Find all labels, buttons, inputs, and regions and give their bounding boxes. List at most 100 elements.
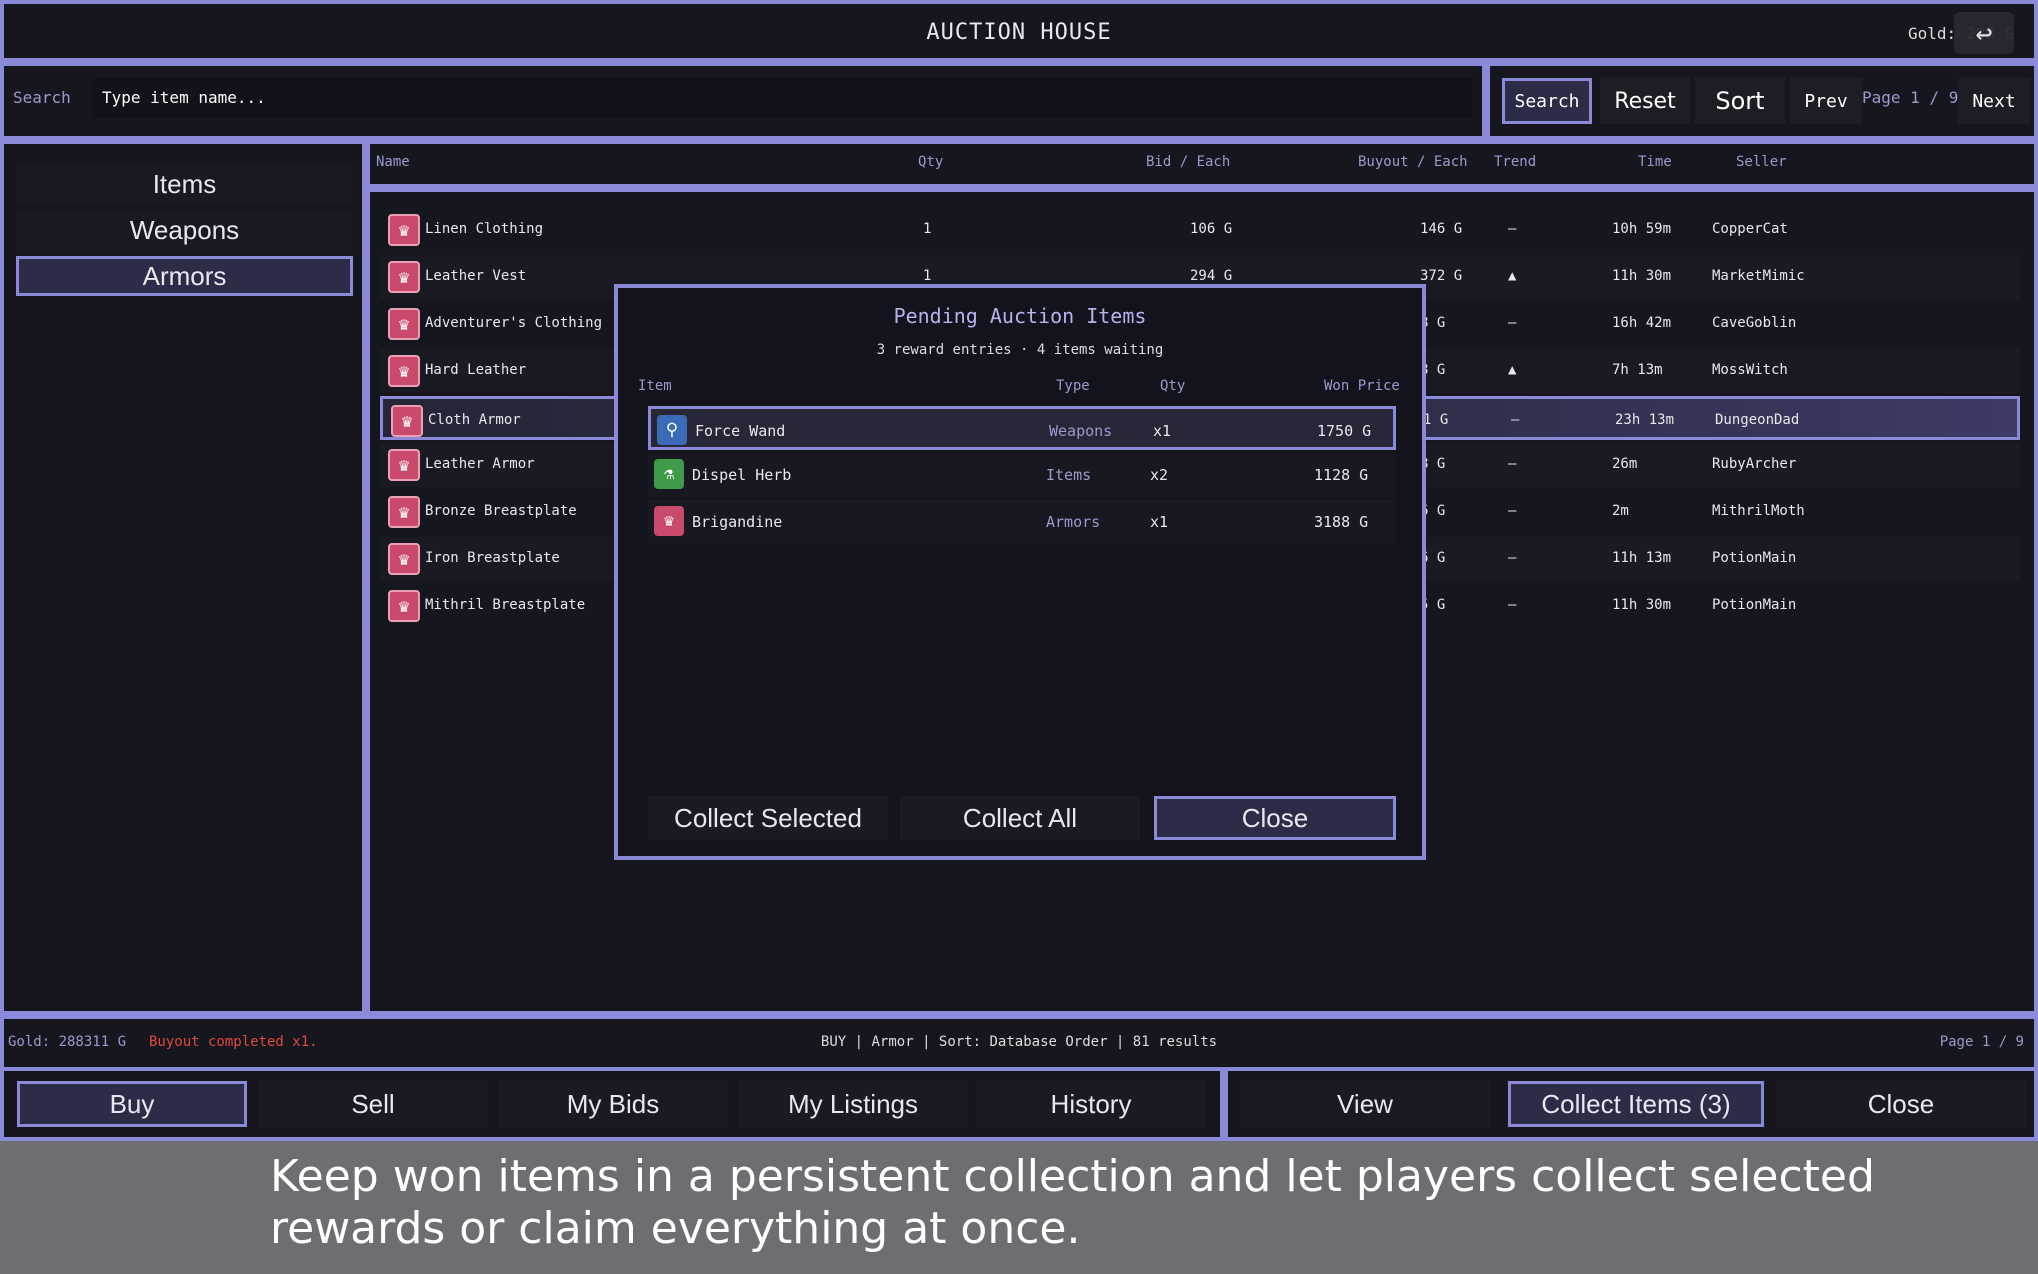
item-trend: –	[1508, 550, 1517, 566]
armor-icon: ♛	[391, 405, 423, 437]
close-button[interactable]: Close	[1776, 1081, 2026, 1127]
col-qty[interactable]: Qty	[918, 154, 943, 170]
pending-item-price: 1128 G	[1314, 466, 1369, 484]
item-time: 23h 13m	[1615, 412, 1675, 428]
potion-icon: ⚗	[654, 459, 684, 489]
pending-item-name: Dispel Herb	[692, 466, 792, 484]
item-time: 11h 13m	[1612, 550, 1672, 566]
page-indicator: Page 1 / 9	[1862, 88, 1959, 107]
item-name: Hard Leather	[425, 362, 527, 378]
mode-tabs: Buy Sell My Bids My Listings History	[0, 1067, 1224, 1141]
col-trend[interactable]: Trend	[1494, 154, 1536, 170]
col-seller[interactable]: Seller	[1736, 154, 1787, 170]
gold-label: Gold:	[1908, 24, 1957, 43]
item-trend: –	[1508, 221, 1517, 237]
item-trend: –	[1508, 315, 1517, 331]
armor-icon: ♛	[388, 261, 420, 293]
col-time[interactable]: Time	[1638, 154, 1672, 170]
search-input[interactable]: Type item name...	[92, 78, 1472, 118]
sort-button[interactable]: Sort	[1695, 78, 1785, 124]
collect-items-button[interactable]: Collect Items (3)	[1508, 1081, 1764, 1127]
collect-selected-button[interactable]: Collect Selected	[648, 796, 888, 840]
item-name: Leather Vest	[425, 268, 527, 284]
category-armors[interactable]: Armors	[16, 256, 353, 296]
item-trend: –	[1511, 412, 1520, 428]
item-seller: DungeonDad	[1715, 412, 1800, 428]
item-seller: MarketMimic	[1712, 268, 1805, 284]
reset-button[interactable]: Reset	[1600, 78, 1690, 124]
armor-icon: ♛	[388, 355, 420, 387]
back-arrow-icon[interactable]: ↩	[1954, 12, 2014, 54]
dialog-col-price: Won Price	[1324, 378, 1400, 394]
search-button[interactable]: Search	[1502, 78, 1592, 124]
wand-icon: ⚲	[657, 415, 687, 445]
item-name: Iron Breastplate	[425, 550, 560, 566]
item-time: 11h 30m	[1612, 268, 1672, 284]
item-seller: PotionMain	[1712, 550, 1797, 566]
category-weapons[interactable]: Weapons	[16, 210, 353, 250]
search-bar: Search Type item name...	[0, 62, 1486, 140]
item-time: 2m	[1612, 503, 1629, 519]
item-qty: 1	[923, 268, 932, 284]
pending-item-qty: x1	[1150, 513, 1169, 531]
pending-item-row[interactable]: ⚲ Force Wand Weapons x1 1750 G	[648, 406, 1396, 450]
dialog-subtitle: 3 reward entries · 4 items waiting	[876, 342, 1164, 358]
item-seller: MithrilMoth	[1712, 503, 1805, 519]
item-qty: 1	[923, 221, 932, 237]
item-time: 26m	[1612, 456, 1638, 472]
item-name: Cloth Armor	[428, 412, 521, 428]
item-seller: CaveGoblin	[1712, 315, 1797, 331]
item-time: 16h 42m	[1612, 315, 1672, 331]
tab-history[interactable]: History	[976, 1081, 1206, 1127]
pending-item-qty: x2	[1150, 466, 1169, 484]
item-buyout: 146 G	[1420, 221, 1463, 237]
pending-item-row[interactable]: ⚗ Dispel Herb Items x2 1128 G	[648, 453, 1396, 497]
item-name: Leather Armor	[425, 456, 535, 472]
armor-icon: ♛	[388, 543, 420, 575]
title-bar: AUCTION HOUSE Gold: 288 G ↩	[0, 0, 2038, 62]
item-seller: RubyArcher	[1712, 456, 1797, 472]
col-buyout[interactable]: Buyout / Each	[1358, 154, 1468, 170]
tab-sell[interactable]: Sell	[258, 1081, 488, 1127]
item-name: Linen Clothing	[425, 221, 544, 237]
item-time: 11h 30m	[1612, 597, 1672, 613]
pending-item-type: Weapons	[1049, 422, 1113, 440]
pending-item-type: Armors	[1046, 513, 1101, 531]
col-bid[interactable]: Bid / Each	[1146, 154, 1230, 170]
table-row[interactable]: ♛ Linen Clothing 1 106 G 146 G – 10h 59m Copper…	[380, 208, 2020, 252]
col-name[interactable]: Name	[376, 154, 410, 170]
dialog-title: Pending Auction Items	[893, 304, 1147, 328]
armor-icon: ♛	[654, 506, 684, 536]
tab-buy[interactable]: Buy	[17, 1081, 247, 1127]
pending-item-type: Items	[1046, 466, 1092, 484]
tab-my-listings[interactable]: My Listings	[738, 1081, 968, 1127]
item-name: Mithril Breastplate	[425, 597, 586, 613]
item-seller: MossWitch	[1712, 362, 1788, 378]
item-time: 10h 59m	[1612, 221, 1672, 237]
status-summary: BUY | Armor | Sort: Database Order | 81 …	[820, 1034, 1218, 1050]
view-button[interactable]: View	[1240, 1081, 1490, 1127]
item-time: 7h 13m	[1612, 362, 1663, 378]
pending-item-row[interactable]: ♛ Brigandine Armors x1 3188 G	[648, 500, 1396, 544]
item-trend: ▲	[1508, 268, 1517, 284]
collect-all-button[interactable]: Collect All	[900, 796, 1140, 840]
category-items[interactable]: Items	[16, 164, 353, 204]
status-page: Page 1 / 9	[1939, 1034, 2024, 1050]
item-buyout: 1 G	[1423, 412, 1449, 428]
item-name: Bronze Breastplate	[425, 503, 577, 519]
item-seller: CopperCat	[1712, 221, 1788, 237]
window-title: AUCTION HOUSE	[926, 20, 1112, 45]
tab-my-bids[interactable]: My Bids	[498, 1081, 728, 1127]
prev-page-button[interactable]: Prev	[1790, 78, 1862, 124]
item-bid: 106 G	[1190, 221, 1233, 237]
next-page-button[interactable]: Next	[1958, 78, 2030, 124]
pending-item-price: 1750 G	[1317, 422, 1372, 440]
pending-item-name: Brigandine	[692, 513, 783, 531]
item-buyout: 372 G	[1420, 268, 1463, 284]
dialog-close-button[interactable]: Close	[1154, 796, 1396, 840]
armor-icon: ♛	[388, 590, 420, 622]
item-trend: –	[1508, 456, 1517, 472]
status-bar: Gold: 288311 G Buyout completed x1. BUY …	[0, 1015, 2038, 1075]
item-seller: PotionMain	[1712, 597, 1797, 613]
armor-icon: ♛	[388, 496, 420, 528]
